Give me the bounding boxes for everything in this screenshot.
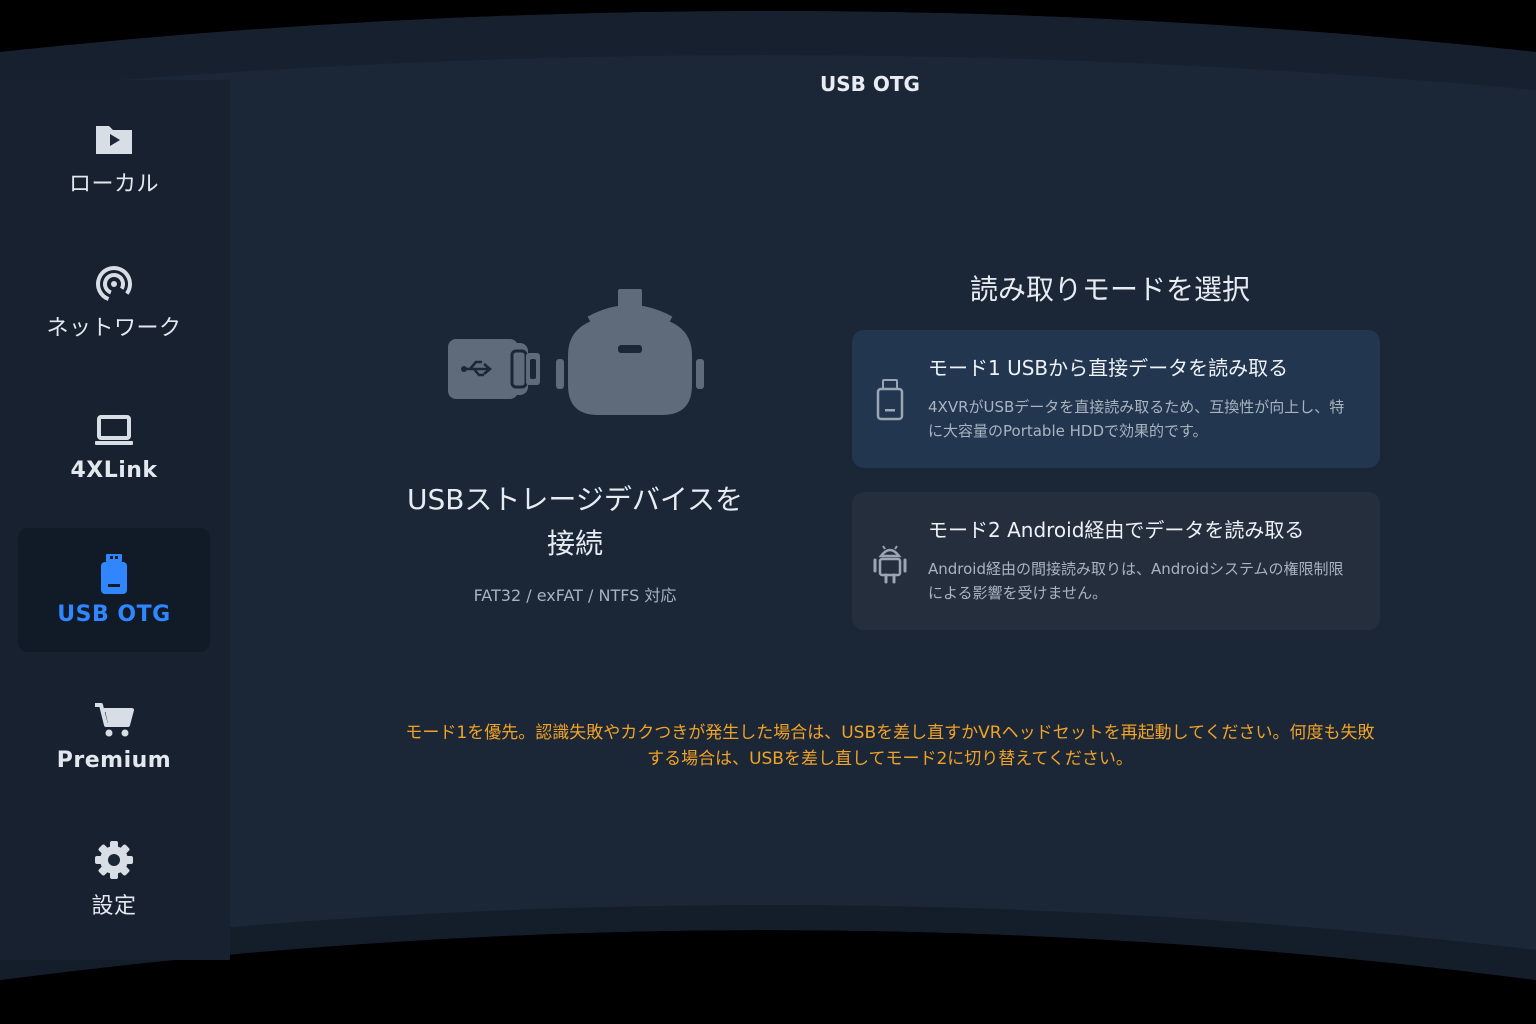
sidebar-item-label: ネットワーク [46,316,182,341]
filesystem-note: FAT32 / exFAT / NTFS 対応 [473,586,677,605]
mode-heading: 読み取りモードを選択 [969,273,1250,306]
connect-title: USBストレージデバイスを接続 [406,483,744,560]
mode2-card[interactable]: モード2 Android経由でデータを読み取る Android経由の間接読み取り… [852,492,1380,630]
sidebar-item-settings[interactable]: 設定 [18,818,210,942]
sidebar-item-label: ローカル [68,172,159,197]
sidebar-item-label: 4XLink [70,457,158,483]
gear-icon [94,840,134,880]
network-icon [94,262,134,302]
mode2-title: モード2 Android経由でデータを読み取る [928,518,1305,542]
sidebar-item-local[interactable]: ローカル [18,96,210,220]
mode1-card[interactable]: モード1 USBから直接データを読み取る 4XVRがUSBデータを直接読み取るた… [852,330,1380,468]
cart-icon [94,700,134,740]
sidebar-item-premium[interactable]: Premium [18,674,210,798]
laptop-icon [94,410,134,450]
sidebar-item-label: Premium [56,747,172,773]
usb-headset-illustration [440,285,710,425]
usb-drive-icon [872,378,908,422]
page-title: USB OTG [820,72,920,96]
mode1-title: モード1 USBから直接データを読み取る [928,356,1289,380]
usb-icon [94,553,134,594]
local-video-icon [94,118,134,158]
sidebar-item-usb-otg[interactable]: USB OTG [18,528,210,652]
sidebar-item-4xlink[interactable]: 4XLink [18,384,210,508]
mode2-description: Android経由の間接読み取りは、Androidシステムの権限制限による影響を… [928,560,1344,602]
android-icon [872,540,908,584]
sidebar-item-label: 設定 [91,894,137,919]
vr-headset-icon [556,289,704,415]
sidebar-item-label: USB OTG [57,601,171,627]
usb-plug-icon [448,339,540,399]
warning-message: モード1を優先。認識失敗やカクつきが発生した場合は、USBを差し直すかVRヘッド… [405,723,1375,769]
mode1-description: 4XVRがUSBデータを直接読み取るため、互換性が向上し、特に大容量のPorta… [928,398,1345,440]
sidebar-item-network[interactable]: ネットワーク [18,240,210,364]
